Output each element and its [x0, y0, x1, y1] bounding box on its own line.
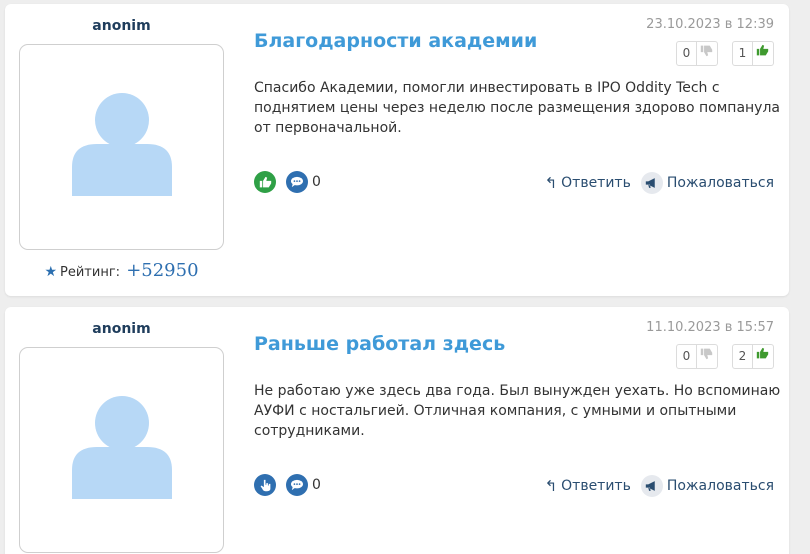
review-text: Спасибо Академии, помогли инвестировать … — [254, 80, 780, 136]
reply-label: Ответить — [561, 478, 631, 494]
megaphone-icon — [640, 172, 663, 194]
reply-icon: ↰ — [544, 477, 558, 495]
review-title[interactable]: Раньше работал здесь — [254, 333, 505, 355]
thumb-down-icon — [700, 345, 713, 368]
like-vote-button[interactable]: 2 — [732, 344, 774, 369]
like-count: 2 — [733, 345, 753, 368]
avatar-placeholder-icon — [72, 93, 172, 196]
vote-controls: 0 2 — [676, 344, 774, 369]
review-reactions: 0 — [254, 474, 321, 496]
review-text: Не работаю уже здесь два года. Был вынуж… — [254, 383, 781, 439]
dislike-count: 0 — [677, 345, 697, 368]
comments-button[interactable] — [286, 474, 308, 496]
review-actions: ↰ Ответить Пожаловаться — [545, 475, 774, 497]
dislike-count: 0 — [677, 42, 697, 65]
dislike-button[interactable]: 0 — [676, 344, 718, 369]
review-actions: ↰ Ответить Пожаловаться — [545, 172, 774, 194]
reply-button[interactable]: ↰ Ответить — [545, 174, 631, 192]
like-count: 1 — [733, 42, 753, 65]
reply-label: Ответить — [561, 175, 631, 191]
review-date: 11.10.2023 в 15:57 — [646, 320, 774, 335]
comment-icon — [291, 479, 303, 491]
avatar — [19, 347, 224, 553]
comment-count: 0 — [312, 174, 321, 190]
star-icon: ★ — [44, 264, 58, 280]
complain-button[interactable]: Пожаловаться — [640, 475, 774, 497]
complain-label: Пожаловаться — [666, 478, 774, 494]
reply-button[interactable]: ↰ Ответить — [545, 477, 631, 495]
comments-button[interactable] — [286, 171, 308, 193]
vote-controls: 0 1 — [676, 41, 774, 66]
review-title[interactable]: Благодарности академии — [254, 30, 537, 52]
rating-value: +52950 — [126, 260, 199, 281]
like-vote-button[interactable]: 1 — [732, 41, 774, 66]
like-reaction-button[interactable] — [254, 474, 276, 496]
thumb-down-icon — [700, 42, 713, 65]
complain-button[interactable]: Пожаловаться — [640, 172, 774, 194]
like-reaction-button[interactable] — [254, 171, 276, 193]
author-rating: ★ Рейтинг: +52950 — [19, 260, 224, 281]
avatar — [19, 44, 224, 250]
megaphone-icon — [640, 475, 663, 497]
dislike-button[interactable]: 0 — [676, 41, 718, 66]
comment-count: 0 — [312, 477, 321, 493]
thumb-up-icon — [756, 42, 769, 65]
reply-icon: ↰ — [544, 174, 558, 192]
author-name[interactable]: anonim — [19, 321, 224, 337]
comment-icon — [291, 176, 303, 188]
complain-label: Пожаловаться — [666, 175, 774, 191]
review-date: 23.10.2023 в 12:39 — [646, 17, 774, 32]
thumb-up-icon — [259, 176, 271, 187]
review-card: anonim Раньше работал здесь 11.10.2023 в… — [5, 307, 789, 554]
author-name[interactable]: anonim — [19, 18, 224, 34]
review-card: anonim ★ Рейтинг: +52950 Благодарности ак… — [5, 4, 789, 296]
review-reactions: 0 — [254, 171, 321, 193]
thumb-up-icon — [756, 345, 769, 368]
avatar-placeholder-icon — [72, 396, 172, 499]
pointer-hand-icon — [260, 479, 270, 491]
rating-label: Рейтинг: — [60, 265, 121, 280]
